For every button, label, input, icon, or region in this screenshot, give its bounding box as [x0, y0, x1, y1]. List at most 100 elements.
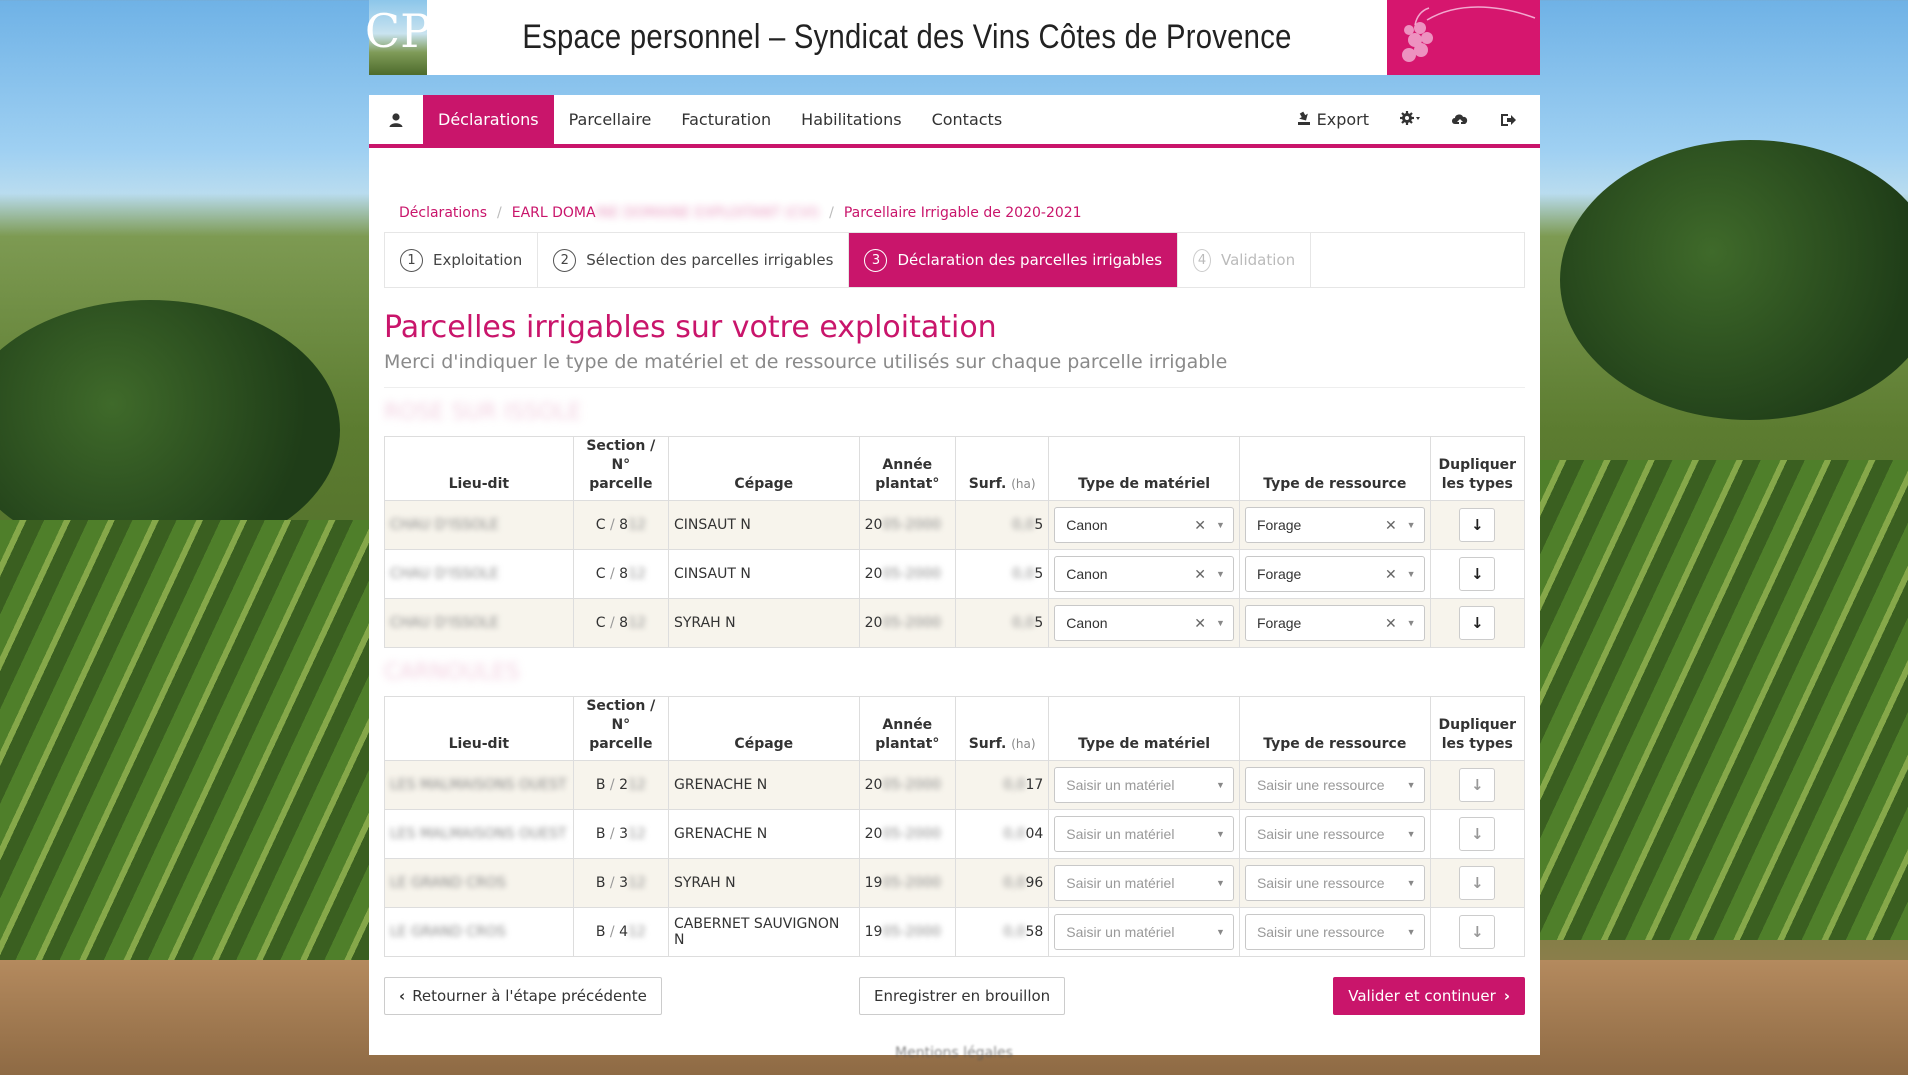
nav-parcellaire[interactable]: Parcellaire	[554, 95, 667, 144]
clear-icon[interactable]: ✕	[1385, 615, 1397, 632]
table-row: LES MALMAISONS OUEST B / 212 GRENACHE N 200…	[384, 760, 1526, 810]
col-materiel: Type de matériel	[1048, 436, 1240, 501]
cell-annee: 2005-2000	[858, 809, 956, 859]
chevron-left-icon: ‹	[399, 987, 406, 1005]
duplicate-button[interactable]: ↓	[1459, 606, 1496, 640]
caret-down-icon: ▼	[1406, 618, 1416, 628]
logout-icon[interactable]	[1484, 95, 1532, 144]
cell-surface: 0,05	[954, 598, 1050, 648]
materiel-select[interactable]: Canon ✕ ▼	[1054, 605, 1234, 641]
export-button[interactable]: Export	[1282, 95, 1384, 144]
cp-logo[interactable]: CP	[365, 0, 431, 75]
cell-cepage: CINSAUT N	[667, 500, 860, 550]
step-wizard: 1 Exploitation 2 Sélection des parcelles i…	[384, 232, 1525, 288]
cell-section: B / 312	[572, 858, 669, 908]
chevron-right-icon: ›	[1503, 987, 1510, 1005]
breadcrumb-separator: /	[829, 205, 834, 221]
ressource-select[interactable]: Saisir une ressource ▼	[1244, 914, 1425, 950]
step-declaration[interactable]: 3 Déclaration des parcelles irrigables	[849, 233, 1179, 287]
cell-section: B / 212	[572, 760, 669, 810]
table-row: LE GRAND CROS B / 312 SYRAH N 1905-2000 0,09…	[384, 858, 1526, 908]
cell-materiel: Saisir un matériel ▼	[1048, 760, 1240, 810]
col-dupliquer: Dupliquer les types	[1429, 696, 1526, 761]
export-label: Export	[1316, 110, 1369, 129]
cell-dupliquer: ↓	[1429, 500, 1526, 550]
cell-cepage: CABERNET SAUVIGNON N	[667, 907, 860, 957]
materiel-select[interactable]: Saisir un matériel ▼	[1054, 914, 1234, 950]
clear-icon[interactable]: ✕	[1385, 566, 1397, 583]
table-row: LES MALMAISONS OUEST B / 312 GRENACHE N 200…	[384, 809, 1526, 859]
cell-section: C / 812	[572, 500, 669, 550]
clear-icon[interactable]: ✕	[1194, 566, 1206, 583]
group-title: ROSE SUR ISSOLE	[384, 399, 582, 425]
cell-lieu-dit: LES MALMAISONS OUEST	[384, 809, 574, 859]
cell-dupliquer: ↓	[1429, 858, 1526, 908]
ressource-select[interactable]: Saisir une ressource ▼	[1244, 816, 1425, 852]
cell-lieu-dit: LE GRAND CROS	[384, 858, 574, 908]
breadcrumb-separator: /	[497, 205, 502, 221]
materiel-select[interactable]: Saisir un matériel ▼	[1054, 767, 1234, 803]
page-subtitle: Merci d'indiquer le type de matériel et …	[384, 351, 1525, 388]
cloud-upload-icon[interactable]	[1436, 95, 1484, 144]
group-title: CARNOULES	[384, 659, 520, 685]
footer-legal-link[interactable]: Mentions légales	[0, 1045, 1908, 1061]
col-dupliquer: Dupliquer les types	[1429, 436, 1526, 501]
caret-down-icon: ▼	[1216, 618, 1225, 628]
validate-button[interactable]: Valider et continuer ›	[1333, 977, 1525, 1015]
nav-contacts[interactable]: Contacts	[917, 95, 1018, 144]
arrow-down-icon: ↓	[1471, 874, 1484, 892]
cell-dupliquer: ↓	[1429, 549, 1526, 599]
arrow-down-icon: ↓	[1471, 516, 1484, 534]
cell-annee: 2005-2000	[858, 549, 956, 599]
settings-dropdown[interactable]	[1384, 95, 1436, 144]
back-button[interactable]: ‹ Retourner à l'étape précédente	[384, 977, 662, 1015]
materiel-select[interactable]: Canon ✕ ▼	[1054, 556, 1234, 592]
clear-icon[interactable]: ✕	[1385, 517, 1397, 534]
ressource-select[interactable]: Forage ✕ ▼	[1244, 605, 1425, 641]
ressource-select[interactable]: Saisir une ressource ▼	[1244, 767, 1425, 803]
arrow-down-icon: ↓	[1471, 776, 1484, 794]
clear-icon[interactable]: ✕	[1194, 615, 1206, 632]
save-draft-button[interactable]: Enregistrer en brouillon	[859, 977, 1066, 1015]
duplicate-button[interactable]: ↓	[1459, 768, 1496, 802]
nav-declarations[interactable]: Déclarations	[423, 95, 554, 144]
cell-dupliquer: ↓	[1429, 809, 1526, 859]
materiel-select[interactable]: Canon ✕ ▼	[1054, 507, 1234, 543]
ressource-select[interactable]: Saisir une ressource ▼	[1244, 865, 1425, 901]
col-cepage: Cépage	[667, 436, 860, 501]
duplicate-button[interactable]: ↓	[1459, 557, 1496, 591]
breadcrumb-exploitation[interactable]: EARL DOMAINE DOMAINE EXPLOITANT (CVI)	[512, 205, 819, 221]
duplicate-button[interactable]: ↓	[1459, 866, 1496, 900]
duplicate-button[interactable]: ↓	[1459, 915, 1496, 949]
caret-down-icon: ▼	[1406, 520, 1416, 530]
step-exploitation[interactable]: 1 Exploitation	[385, 233, 539, 287]
duplicate-button[interactable]: ↓	[1459, 508, 1496, 542]
nav-facturation[interactable]: Facturation	[666, 95, 786, 144]
caret-down-icon: ▼	[1216, 520, 1225, 530]
cell-section: B / 312	[572, 809, 669, 859]
page-container: CP Espace personnel – Syndicat des Vins …	[365, 0, 1540, 1055]
breadcrumb-declarations[interactable]: Déclarations	[399, 205, 487, 221]
ressource-select[interactable]: Forage ✕ ▼	[1244, 556, 1425, 592]
col-surface: Surf. (ha)	[954, 696, 1050, 761]
user-icon[interactable]	[369, 95, 423, 144]
materiel-select[interactable]: Saisir un matériel ▼	[1054, 816, 1234, 852]
ressource-select[interactable]: Forage ✕ ▼	[1244, 507, 1425, 543]
cell-ressource: Forage ✕ ▼	[1238, 598, 1431, 648]
materiel-select[interactable]: Saisir un matériel ▼	[1054, 865, 1234, 901]
duplicate-button[interactable]: ↓	[1459, 817, 1496, 851]
table-row: CHAU D'ISSOLE C / 812 CINSAUT N 2005-2000 0,…	[384, 500, 1526, 550]
caret-down-icon: ▼	[1406, 927, 1416, 937]
caret-down-icon: ▼	[1406, 878, 1416, 888]
breadcrumb: Déclarations / EARL DOMAINE DOMAINE EXPL…	[384, 148, 1525, 232]
cell-dupliquer: ↓	[1429, 760, 1526, 810]
clear-icon[interactable]: ✕	[1194, 517, 1206, 534]
step-selection[interactable]: 2 Sélection des parcelles irrigables	[538, 233, 850, 287]
nav-habilitations[interactable]: Habilitations	[786, 95, 916, 144]
cell-annee: 2005-2000	[858, 598, 956, 648]
cell-section: C / 812	[572, 598, 669, 648]
cell-section: B / 412	[572, 907, 669, 957]
arrow-down-icon: ↓	[1471, 923, 1484, 941]
arrow-down-icon: ↓	[1471, 614, 1484, 632]
form-actions: ‹ Retourner à l'étape précédente Enregis…	[384, 977, 1525, 1015]
